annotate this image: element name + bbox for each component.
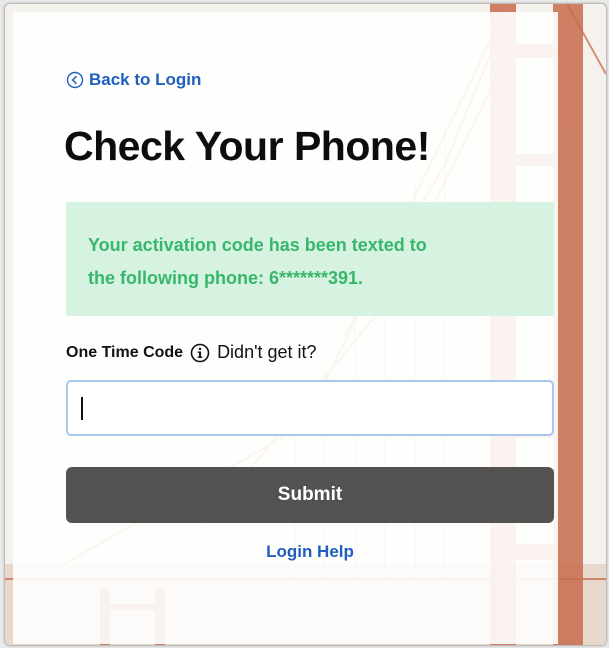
back-to-login-label: Back to Login: [89, 70, 202, 89]
one-time-code-label: One Time Code: [66, 343, 184, 361]
back-to-login-link[interactable]: Back to Login: [66, 70, 201, 90]
info-circle-icon[interactable]: [190, 343, 210, 363]
didnt-get-it-link[interactable]: Didn't get it?: [217, 342, 317, 363]
page-title: Check Your Phone!: [64, 123, 430, 169]
one-time-code-input[interactable]: [66, 380, 554, 436]
alert-text-line-1: Your activation code has been texted to: [88, 235, 427, 255]
text-caret: [81, 397, 83, 420]
activation-code-alert: Your activation code has been texted to …: [66, 202, 554, 316]
login-help-link[interactable]: Login Help: [0, 542, 609, 562]
chevron-left-circle-icon: [66, 71, 84, 89]
code-label-row: One Time Code Didn't get it?: [66, 342, 317, 363]
submit-button[interactable]: Submit: [66, 467, 554, 523]
alert-text-line-2: the following phone: 6*******391.: [88, 268, 364, 288]
